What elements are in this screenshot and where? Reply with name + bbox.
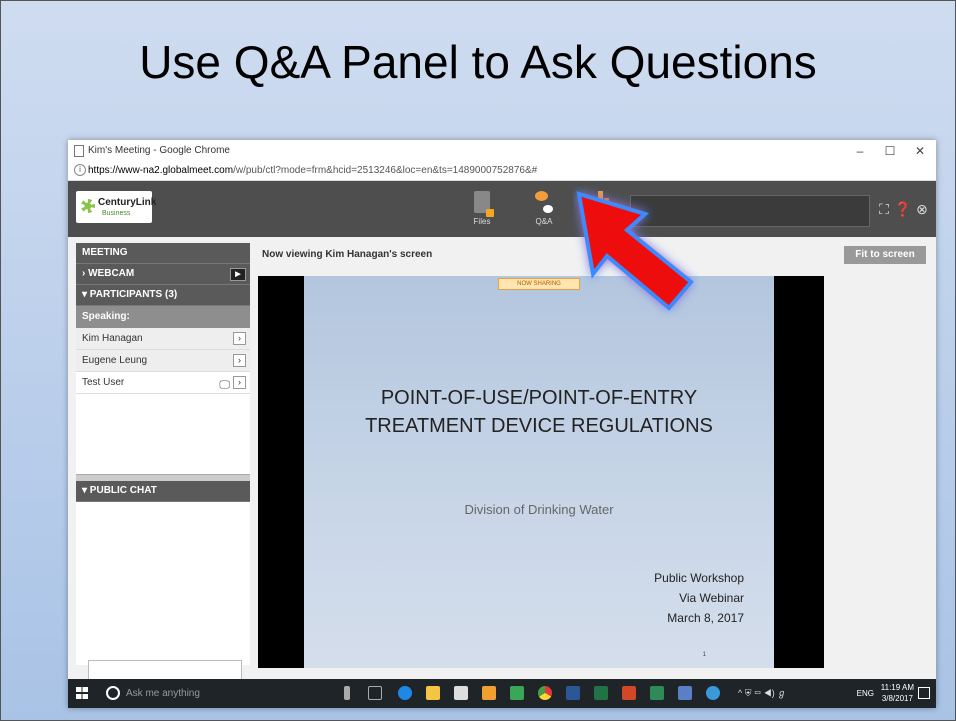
- shared-slide: NOW SHARING POINT-OF-USE/POINT-OF-ENTRY …: [304, 276, 774, 668]
- resize-handle[interactable]: [76, 474, 250, 481]
- word-icon[interactable]: [566, 686, 580, 700]
- shared-slide-title: POINT-OF-USE/POINT-OF-ENTRY TREATMENT DE…: [365, 387, 713, 437]
- file-explorer-icon[interactable]: [426, 686, 440, 700]
- chrome-icon[interactable]: [538, 686, 552, 700]
- workshop-info: Public Workshop Via Webinar March 8, 201…: [654, 571, 744, 625]
- task-view-icon[interactable]: [368, 686, 382, 700]
- url-text[interactable]: https://www-na2.globalmeet.com/w/pub/ctl…: [88, 165, 537, 176]
- speaking-label: Speaking:: [76, 306, 250, 328]
- system-tray-icons[interactable]: ^ ⛨ ▭ ◀) ℊ: [738, 686, 788, 700]
- edge-icon[interactable]: [398, 686, 412, 700]
- excel-icon[interactable]: [510, 686, 524, 700]
- shared-screen: NOW SHARING POINT-OF-USE/POINT-OF-ENTRY …: [258, 276, 824, 668]
- cortana-icon[interactable]: [106, 686, 120, 700]
- publisher-icon[interactable]: [650, 686, 664, 700]
- browser-title-bar: Kim's Meeting - Google Chrome – ☐ ✕: [68, 140, 936, 162]
- files-icon: [474, 191, 494, 217]
- language-indicator[interactable]: ENG: [857, 689, 874, 698]
- centurylink-logo-icon: [81, 199, 95, 213]
- participant-row[interactable]: Kim Hanagan ›: [76, 328, 250, 350]
- store-icon[interactable]: [454, 686, 468, 700]
- minimize-button[interactable]: –: [846, 142, 874, 160]
- chevron-right-icon[interactable]: ›: [233, 376, 246, 389]
- meeting-header: MEETING: [76, 243, 250, 264]
- visio-icon[interactable]: [678, 686, 692, 700]
- taskbar-search[interactable]: Ask me anything: [126, 688, 200, 699]
- app-header: CenturyLink Business Files Q&A ⛶ ❓ ⊗: [68, 181, 936, 237]
- presentation-slide: Use Q&A Panel to Ask Questions Kim's Mee…: [0, 0, 956, 721]
- app-icon-2[interactable]: [706, 686, 720, 700]
- centurylink-logo: CenturyLink Business: [76, 191, 156, 223]
- screenshot-frame: Kim's Meeting - Google Chrome – ☐ ✕ i ht…: [68, 140, 936, 708]
- participant-row[interactable]: Eugene Leung ›: [76, 350, 250, 372]
- slide-page-number: 1: [702, 652, 706, 658]
- microphone-icon[interactable]: [344, 686, 350, 700]
- left-panel: MEETING › WEBCAM ▶ ▾ PARTICIPANTS (3) Sp…: [76, 243, 250, 665]
- viewing-text: Now viewing Kim Hanagan's screen: [262, 249, 433, 260]
- app-icon[interactable]: [482, 686, 496, 700]
- windows-start-icon[interactable]: [76, 687, 88, 699]
- taskbar-clock[interactable]: 11:19 AM 3/8/2017: [881, 682, 914, 704]
- red-arrow-pointer: [576, 191, 694, 311]
- help-icon[interactable]: ❓: [894, 201, 911, 217]
- window-title: Kim's Meeting - Google Chrome: [88, 145, 230, 156]
- camera-icon[interactable]: ▶: [230, 268, 246, 281]
- maximize-button[interactable]: ☐: [876, 142, 904, 160]
- chevron-right-icon[interactable]: ›: [233, 354, 246, 367]
- files-button[interactable]: Files: [462, 191, 502, 226]
- qa-button[interactable]: Q&A: [524, 191, 564, 226]
- now-sharing-badge: NOW SHARING: [498, 278, 580, 290]
- division-text: Division of Drinking Water: [464, 502, 614, 517]
- public-chat-section[interactable]: ▾ PUBLIC CHAT: [76, 481, 250, 502]
- chevron-right-icon[interactable]: ›: [233, 332, 246, 345]
- page-icon: [74, 145, 84, 157]
- slide-title: Use Q&A Panel to Ask Questions: [139, 36, 817, 88]
- participant-row[interactable]: Test User 🖵 ›: [76, 372, 250, 394]
- participants-section[interactable]: ▾ PARTICIPANTS (3): [76, 285, 250, 306]
- address-bar[interactable]: i https://www-na2.globalmeet.com/w/pub/c…: [68, 162, 936, 181]
- webcam-section[interactable]: › WEBCAM ▶: [76, 264, 250, 285]
- powerpoint-icon[interactable]: [622, 686, 636, 700]
- info-icon[interactable]: i: [74, 164, 86, 176]
- qa-icon: [535, 191, 553, 213]
- excel-icon-2[interactable]: [594, 686, 608, 700]
- close-window-button[interactable]: ✕: [906, 142, 934, 160]
- close-icon[interactable]: ⊗: [914, 201, 930, 217]
- notification-icon[interactable]: [918, 687, 930, 699]
- fit-to-screen-button[interactable]: Fit to screen: [844, 246, 926, 264]
- windows-taskbar: Ask me anything ^ ⛨ ▭ ◀) ℊ ENG 11:19 AM …: [68, 679, 936, 708]
- fullscreen-icon[interactable]: ⛶: [876, 201, 892, 217]
- screen-share-icon: 🖵: [219, 379, 230, 391]
